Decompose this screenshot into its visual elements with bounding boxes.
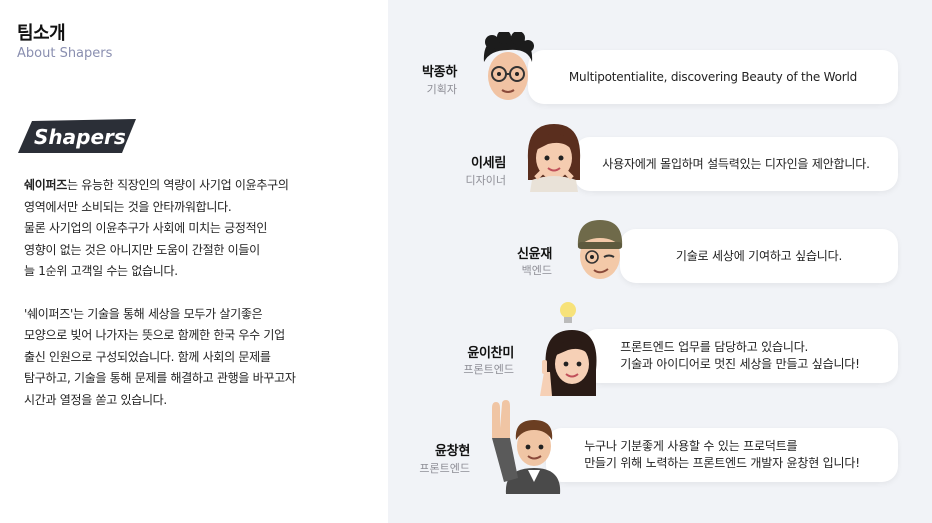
member-message-bubble: Multipotentialite, discovering Beauty of… [528, 50, 898, 104]
member-message-bubble: 기술로 세상에 기여하고 싶습니다. [620, 229, 898, 283]
intro-panel: 팀소개 About Shapers Shapers 쉐이퍼즈는 유능한 직장인의… [0, 0, 388, 523]
man-beanie-wink-avatar-icon [564, 214, 636, 286]
member-message-bubble: 사용자에게 몰입하며 설득력있는 디자인을 제안합니다. [574, 137, 898, 191]
member-message: 프론트엔드 업무를 담당하고 있습니다. 기술과 아이디어로 멋진 세상을 만들… [620, 340, 860, 371]
members-panel: 박종하 기획자 Multipotentialite, discovering B… [388, 0, 932, 523]
member-message: 기술로 세상에 기여하고 싶습니다. [675, 248, 843, 263]
member-role: 프론트엔드 [419, 462, 470, 475]
member-name: 윤창현 [435, 444, 470, 459]
woman-lightbulb-avatar-icon [534, 300, 606, 400]
member-message-bubble: 누구나 기분좋게 사용할 수 있는 프로덕트를 만들기 위해 노력하는 프론트엔… [546, 428, 898, 482]
intro-paragraph-2: '쉐이퍼즈'는 기술을 통해 세상을 모두가 살기좋은 모양으로 빚어 나가자는… [24, 306, 296, 407]
page-subtitle: About Shapers [17, 46, 113, 61]
woman-chin-rest-avatar-icon [518, 120, 590, 192]
member-message: Multipotentialite, discovering Beauty of… [568, 69, 858, 84]
member-role: 기획자 [426, 83, 457, 96]
man-waving-avatar-icon [484, 398, 564, 494]
shapers-logo: Shapers [18, 119, 136, 153]
man-glasses-avatar-icon [472, 32, 544, 104]
team-description: 쉐이퍼즈는 유능한 직장인의 역량이 사기업 이윤추구의 영역에서만 소비되는 … [24, 175, 324, 432]
member-role: 프론트엔드 [463, 363, 514, 376]
member-message: 누구나 기분좋게 사용할 수 있는 프로덕트를 만들기 위해 노력하는 프론트엔… [584, 439, 860, 470]
intro-paragraph-1: 쉐이퍼즈는 유능한 직장인의 역량이 사기업 이윤추구의 영역에서만 소비되는 … [24, 175, 324, 283]
brand-name: 쉐이퍼즈 [24, 178, 67, 192]
member-role: 디자이너 [465, 174, 506, 187]
member-name: 이세림 [471, 156, 506, 171]
svg-text:Shapers: Shapers [34, 125, 126, 149]
page-title: 팀소개 [17, 23, 66, 44]
member-message: 사용자에게 몰입하며 설득력있는 디자인을 제안합니다. [602, 156, 870, 171]
member-role: 백엔드 [521, 264, 552, 277]
member-name: 박종하 [422, 65, 457, 80]
member-message-bubble: 프론트엔드 업무를 담당하고 있습니다. 기술과 아이디어로 멋진 세상을 만들… [582, 329, 898, 383]
member-name: 신윤재 [517, 247, 552, 262]
intro-paragraph-1-text: 는 유능한 직장인의 역량이 사기업 이윤추구의 영역에서만 소비되는 것을 안… [24, 178, 289, 278]
member-name: 윤이찬미 [467, 346, 514, 361]
